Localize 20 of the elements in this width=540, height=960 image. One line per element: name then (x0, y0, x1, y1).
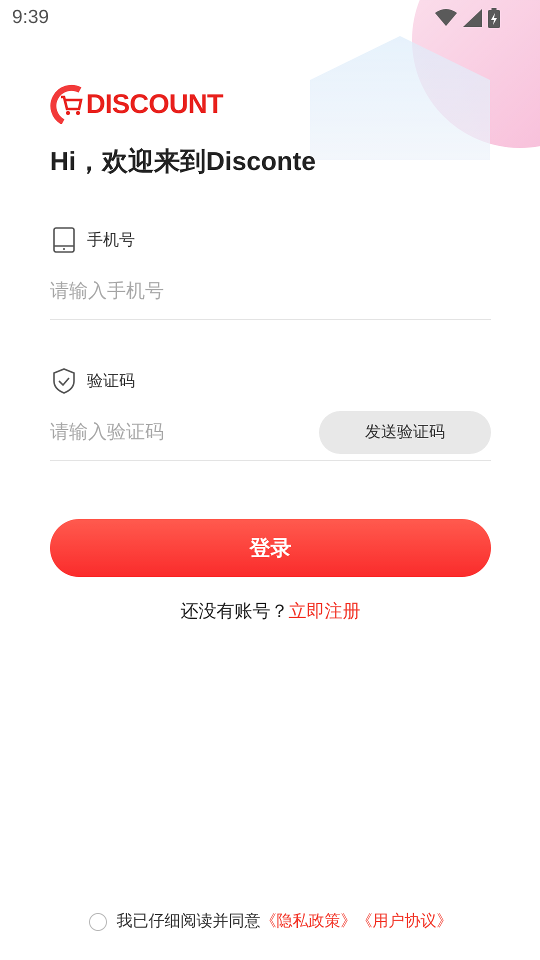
agreement-link[interactable]: 《隐私政策》 (260, 911, 356, 932)
status-time: 9:39 (12, 7, 49, 29)
field-label: 验证码 (87, 370, 135, 392)
agreement-radio[interactable] (88, 912, 106, 930)
shield-check-icon (53, 368, 75, 394)
logo-text: DISCOUNT (86, 88, 223, 120)
login-button[interactable]: 登录 (50, 519, 491, 577)
send-code-button[interactable]: 发送验证码 (319, 410, 491, 454)
wifi-icon (435, 9, 457, 27)
battery-icon (488, 8, 500, 28)
phone-input-field[interactable]: 请输入手机号 (50, 280, 491, 302)
register-prompt: 还没有账号？ (180, 601, 288, 622)
code-input-field[interactable]: 请输入验证码 (50, 421, 319, 443)
agreement-text: 我已仔细阅读并同意 (116, 911, 260, 932)
tablet-icon (53, 227, 75, 253)
field-label: 手机号 (87, 230, 135, 250)
agreement-link[interactable]: 《用户协议》 (356, 911, 452, 932)
register-link[interactable]: 立即注册 (288, 601, 360, 622)
signal-icon (463, 9, 482, 27)
greeting-heading: Hi，欢迎来到Disconte (50, 145, 317, 178)
